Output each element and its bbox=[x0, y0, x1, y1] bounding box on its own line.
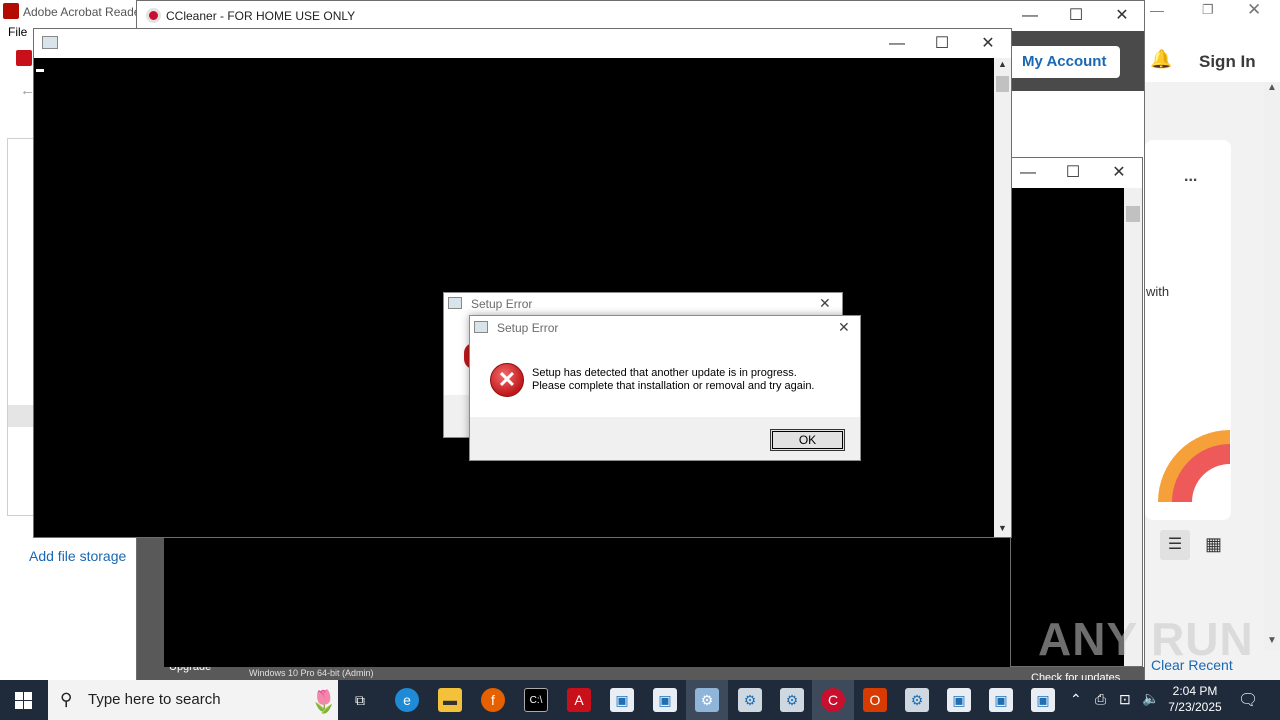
taskbar-ccleaner-app[interactable]: C bbox=[812, 680, 854, 720]
acrobat-left-panel-selected bbox=[8, 405, 34, 427]
installer-icon: ⚙ bbox=[695, 688, 719, 712]
console2-maximize-button[interactable]: ☐ bbox=[1050, 158, 1096, 187]
card-text: with bbox=[1146, 284, 1170, 299]
setup-error-dialog: Setup Error ✕ ✕ Setup has detected that … bbox=[469, 315, 861, 461]
my-account-button[interactable]: My Account bbox=[1004, 46, 1120, 78]
dialog-back-title: Setup Error bbox=[471, 297, 533, 311]
error-icon: ✕ bbox=[490, 363, 524, 397]
acrobat-close-button[interactable]: ✕ bbox=[1247, 0, 1267, 20]
console2-scrollbar[interactable] bbox=[1124, 188, 1142, 666]
ccleaner-title: CCleaner - FOR HOME USE ONLY bbox=[166, 9, 356, 23]
system-info: Windows 10 Pro 64-bit (Admin) bbox=[249, 668, 374, 678]
console-cursor bbox=[36, 69, 44, 72]
acrobat-icon bbox=[3, 3, 19, 19]
list-icon: ☰ bbox=[1167, 536, 1183, 553]
list-view-button[interactable]: ☰ bbox=[1160, 530, 1190, 560]
more-options-icon[interactable]: ... bbox=[1184, 168, 1197, 186]
tray-volume-icon[interactable]: 🔈 bbox=[1142, 690, 1159, 707]
clock-time: 2:04 PM bbox=[1172, 684, 1218, 698]
dialog-titlebar: Setup Error ✕ bbox=[470, 316, 860, 340]
console-maximize-button[interactable]: ☐ bbox=[919, 29, 965, 58]
window-icon-1[interactable]: ▣ bbox=[610, 688, 634, 712]
setup-icon-2[interactable]: ⚙ bbox=[780, 688, 804, 712]
dialog-message: Setup has detected that another update i… bbox=[532, 367, 815, 393]
dialog-message-line1: Setup has detected that another update i… bbox=[532, 367, 797, 379]
acrobat-minimize-button[interactable]: — bbox=[1150, 2, 1170, 18]
search-highlight-icon: 🌷 bbox=[310, 689, 338, 714]
window-icon-5[interactable]: ▣ bbox=[1031, 688, 1055, 712]
dialog-close-button[interactable]: ✕ bbox=[838, 319, 850, 336]
office-icon[interactable]: O bbox=[863, 688, 887, 712]
ccleaner-logo-icon bbox=[146, 8, 161, 23]
background-console-area bbox=[164, 537, 1126, 667]
console2-close-button[interactable]: ✕ bbox=[1096, 158, 1142, 187]
console2-titlebar: — ☐ ✕ bbox=[1011, 158, 1142, 188]
dialog-message-line2: Please complete that installation or rem… bbox=[532, 380, 815, 392]
taskbar-search-box[interactable]: ⚲ Type here to search 🌷 bbox=[48, 680, 338, 720]
sign-in-link[interactable]: Sign In bbox=[1199, 52, 1256, 72]
setup-icon-3[interactable]: ⚙ bbox=[905, 688, 929, 712]
windows-logo-icon bbox=[15, 692, 32, 709]
scroll-up-icon[interactable]: ▲ bbox=[1267, 82, 1277, 93]
scroll-down-icon[interactable]: ▼ bbox=[1267, 635, 1277, 646]
task-view-icon[interactable]: ⧉ bbox=[348, 688, 372, 712]
ccleaner-titlebar: CCleaner - FOR HOME USE ONLY — ☐ ✕ bbox=[137, 1, 1144, 31]
ccleaner-minimize-button[interactable]: — bbox=[1007, 1, 1053, 30]
edge-icon[interactable]: e bbox=[395, 688, 419, 712]
tray-device-icon[interactable]: ⎙ bbox=[1095, 691, 1106, 708]
setup-icon-1[interactable]: ⚙ bbox=[738, 688, 762, 712]
window-icon-3[interactable]: ▣ bbox=[947, 688, 971, 712]
file-explorer-icon[interactable]: ▬ bbox=[438, 688, 462, 712]
my-account-label: My Account bbox=[1022, 53, 1107, 70]
clock-date: 7/23/2025 bbox=[1168, 700, 1222, 714]
taskbar-active-app[interactable]: ⚙ bbox=[686, 680, 728, 720]
console-scrollbar[interactable]: ▲ ▼ bbox=[994, 58, 1011, 537]
tray-chevron-icon[interactable]: ⌃ bbox=[1070, 691, 1082, 708]
ccleaner-maximize-button[interactable]: ☐ bbox=[1053, 1, 1099, 30]
window-icon-2[interactable]: ▣ bbox=[653, 688, 677, 712]
acrobat-title: Adobe Acrobat Reade bbox=[23, 5, 141, 19]
dialog-back-titlebar: Setup Error ✕ bbox=[444, 293, 842, 315]
window-icon-4[interactable]: ▣ bbox=[989, 688, 1013, 712]
acrobat-left-panel bbox=[7, 138, 34, 516]
console-scroll-up-icon[interactable]: ▲ bbox=[998, 59, 1007, 69]
notification-icon[interactable]: 🗨 bbox=[1238, 690, 1258, 710]
bell-icon[interactable]: 🔔 bbox=[1150, 49, 1172, 70]
console-titlebar: — ☐ ✕ bbox=[34, 29, 1011, 58]
dialog-title: Setup Error bbox=[497, 321, 559, 335]
acrobat-app-icon bbox=[16, 50, 32, 66]
console-close-button[interactable]: ✕ bbox=[965, 29, 1011, 58]
acrobat-scrollbar[interactable]: ▲ ▼ bbox=[1264, 82, 1280, 650]
acrobat-restore-button[interactable]: ❐ bbox=[1202, 2, 1222, 18]
dialog-back-close-button[interactable]: ✕ bbox=[819, 295, 831, 312]
console-scroll-down-icon[interactable]: ▼ bbox=[998, 523, 1007, 533]
command-prompt-icon[interactable]: C:\ bbox=[524, 688, 548, 712]
ccleaner-close-button[interactable]: ✕ bbox=[1099, 1, 1145, 30]
anyrun-watermark: ANY RUN bbox=[1038, 613, 1254, 665]
add-file-storage-link[interactable]: Add file storage bbox=[29, 548, 126, 564]
grid-view-icon[interactable]: ▦ bbox=[1205, 534, 1222, 555]
console2-scroll-thumb[interactable] bbox=[1126, 206, 1140, 222]
ccleaner-taskbar-icon: C bbox=[821, 688, 845, 712]
taskbar: ⚲ Type here to search 🌷 ⧉ e ▬ f C:\ A ▣ … bbox=[0, 680, 1280, 720]
console-window-2: — ☐ ✕ bbox=[1010, 157, 1143, 667]
acrobat-taskbar-icon[interactable]: A bbox=[567, 688, 591, 712]
console-scroll-thumb[interactable] bbox=[996, 76, 1009, 92]
firefox-icon[interactable]: f bbox=[481, 688, 505, 712]
search-icon: ⚲ bbox=[60, 690, 73, 709]
tray-clock[interactable]: 2:04 PM 7/23/2025 bbox=[1163, 683, 1227, 719]
tray-network-icon[interactable]: ⊡ bbox=[1119, 691, 1131, 708]
menu-file[interactable]: File bbox=[8, 25, 27, 39]
search-placeholder: Type here to search bbox=[88, 691, 221, 708]
dialog-back-icon bbox=[448, 297, 462, 309]
ok-button[interactable]: OK bbox=[770, 429, 845, 451]
start-button[interactable] bbox=[0, 680, 48, 720]
console-app-icon bbox=[42, 36, 58, 49]
console-window: — ☐ ✕ ▲ ▼ bbox=[33, 28, 1012, 538]
dialog-app-icon bbox=[474, 321, 488, 333]
console-minimize-button[interactable]: — bbox=[874, 29, 920, 58]
